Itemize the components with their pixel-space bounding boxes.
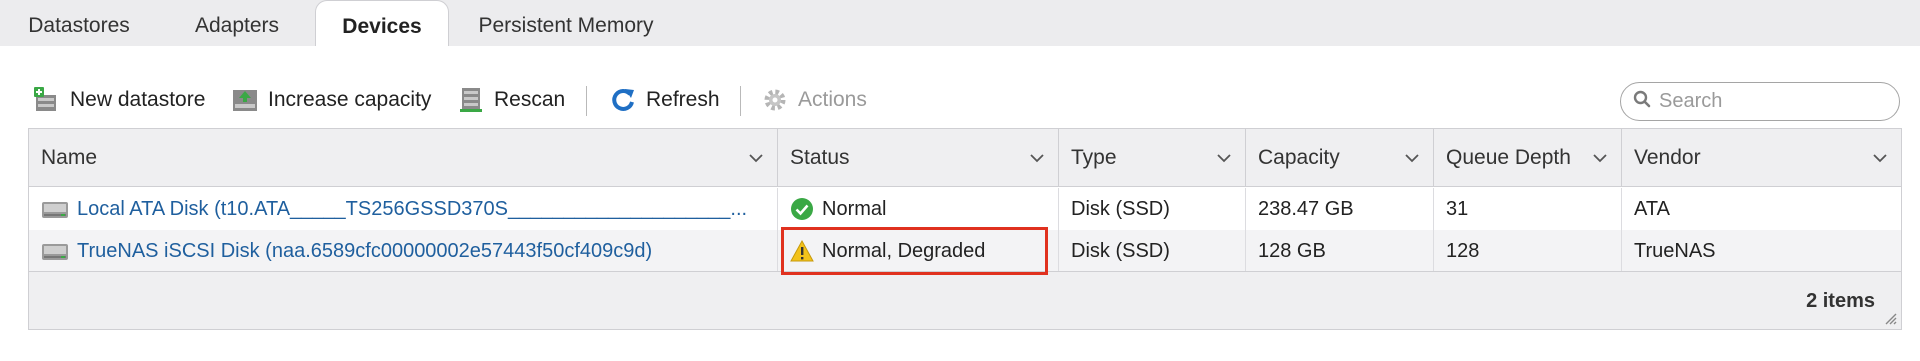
new-datastore-button[interactable]: New datastore: [34, 84, 205, 116]
increase-capacity-icon: [232, 87, 258, 113]
column-header-label: Status: [790, 146, 850, 169]
device-name-link[interactable]: TrueNAS iSCSI Disk (naa.6589cfc00000002e…: [77, 240, 652, 263]
vendor-text: ATA: [1634, 197, 1670, 220]
increase-capacity-button[interactable]: Increase capacity: [232, 84, 431, 116]
actions-label: Actions: [798, 88, 867, 111]
chevron-down-icon[interactable]: [1030, 151, 1044, 165]
device-vendor-cell: ATA: [1622, 188, 1901, 230]
grid-header: Name Status Type Capacity Queue Depth Ve…: [29, 129, 1901, 187]
disk-icon: [42, 244, 68, 260]
column-header-vendor[interactable]: Vendor: [1622, 129, 1901, 187]
chevron-down-icon[interactable]: [749, 151, 763, 165]
chevron-down-icon[interactable]: [1873, 151, 1887, 165]
table-row[interactable]: Local ATA Disk (t10.ATA_____TS256GSSD370…: [29, 188, 1901, 230]
search-input[interactable]: [1659, 90, 1889, 113]
tab-strip: Datastores Adapters Devices Persistent M…: [0, 0, 1920, 46]
column-header-type[interactable]: Type: [1059, 129, 1246, 187]
column-header-label: Capacity: [1258, 146, 1340, 169]
grid-footer: 2 items: [29, 271, 1901, 329]
new-datastore-label: New datastore: [70, 88, 206, 111]
toolbar-divider: [740, 86, 741, 116]
tab-persistent-memory[interactable]: Persistent Memory: [458, 0, 674, 46]
gear-icon: [762, 87, 788, 113]
chevron-down-icon[interactable]: [1593, 151, 1607, 165]
increase-capacity-label: Increase capacity: [268, 88, 432, 111]
queue-depth-text: 128: [1446, 239, 1480, 262]
device-capacity-cell: 238.47 GB: [1246, 188, 1434, 230]
device-queue-depth-cell: 31: [1434, 188, 1622, 230]
column-header-label: Type: [1071, 146, 1117, 169]
rescan-button[interactable]: Rescan: [458, 84, 565, 116]
rescan-icon: [458, 87, 484, 113]
column-header-capacity[interactable]: Capacity: [1246, 129, 1434, 187]
check-circle-icon: [791, 198, 813, 220]
tab-datastores[interactable]: Datastores: [0, 0, 158, 46]
column-header-queue-depth[interactable]: Queue Depth: [1434, 129, 1622, 187]
column-header-label: Queue Depth: [1446, 146, 1571, 169]
tab-devices[interactable]: Devices: [315, 0, 449, 46]
status-highlight-box: [781, 227, 1048, 275]
device-name-link[interactable]: Local ATA Disk (t10.ATA_____TS256GSSD370…: [77, 198, 747, 221]
type-text: Disk (SSD): [1071, 239, 1170, 262]
resize-grip-icon[interactable]: [1883, 311, 1897, 325]
status-text: Normal: [822, 197, 887, 220]
device-status-cell: Normal: [778, 188, 1059, 230]
capacity-text: 128 GB: [1258, 239, 1326, 262]
disk-icon: [42, 202, 68, 218]
chevron-down-icon[interactable]: [1217, 151, 1231, 165]
type-text: Disk (SSD): [1071, 197, 1170, 220]
search-box[interactable]: [1620, 82, 1900, 121]
device-type-cell: Disk (SSD): [1059, 230, 1246, 272]
column-header-label: Vendor: [1634, 146, 1701, 169]
vendor-text: TrueNAS: [1634, 239, 1716, 262]
chevron-down-icon[interactable]: [1405, 151, 1419, 165]
column-header-status[interactable]: Status: [778, 129, 1059, 187]
item-count: 2 items: [1806, 290, 1875, 312]
device-queue-depth-cell: 128: [1434, 230, 1622, 272]
search-icon: [1633, 90, 1651, 113]
toolbar-divider: [586, 86, 587, 116]
device-name-cell[interactable]: Local ATA Disk (t10.ATA_____TS256GSSD370…: [29, 188, 778, 230]
tab-adapters[interactable]: Adapters: [164, 0, 310, 46]
capacity-text: 238.47 GB: [1258, 197, 1354, 220]
device-name-cell[interactable]: TrueNAS iSCSI Disk (naa.6589cfc00000002e…: [29, 230, 778, 272]
queue-depth-text: 31: [1446, 197, 1469, 220]
actions-button[interactable]: Actions: [762, 84, 867, 116]
device-vendor-cell: TrueNAS: [1622, 230, 1901, 272]
column-header-label: Name: [41, 146, 98, 169]
rescan-label: Rescan: [494, 88, 566, 111]
add-datastore-icon: [34, 87, 60, 113]
column-header-name[interactable]: Name: [29, 129, 778, 187]
device-capacity-cell: 128 GB: [1246, 230, 1434, 272]
refresh-label: Refresh: [646, 88, 720, 111]
refresh-icon: [610, 87, 636, 113]
refresh-button[interactable]: Refresh: [610, 84, 720, 116]
device-type-cell: Disk (SSD): [1059, 188, 1246, 230]
